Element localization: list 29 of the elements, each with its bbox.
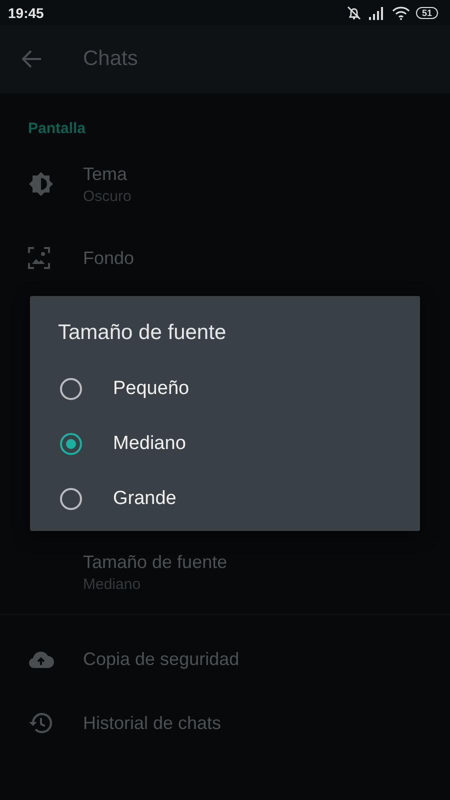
option-label: Pequeño — [113, 378, 190, 400]
settings-item[interactable]: Historial de chats — [0, 691, 450, 755]
radio-button[interactable] — [60, 488, 82, 510]
radio-button[interactable] — [60, 378, 82, 400]
radio-button[interactable] — [60, 432, 82, 454]
option-label: Mediano — [113, 432, 186, 454]
history-icon — [28, 712, 52, 734]
item-title: Tamaño de fuente — [83, 552, 228, 572]
wifi-icon — [392, 6, 410, 20]
item-title: Historial de chats — [83, 712, 222, 734]
alarm-off-icon — [346, 4, 362, 20]
cloud-upload-icon — [28, 649, 54, 669]
radio-option[interactable]: Pequeño — [30, 361, 420, 416]
item-title: Copia de seguridad — [83, 648, 240, 670]
settings-item[interactable]: Fondo — [0, 226, 450, 290]
radio-option[interactable]: Grande — [30, 471, 420, 526]
section-header: Pantalla — [27, 119, 87, 139]
brightness-icon — [28, 171, 54, 197]
item-title: Fondo — [83, 248, 134, 268]
dialog-title: Tamaño de fuente — [57, 320, 228, 346]
option-label: Grande — [113, 488, 176, 510]
screen-title: Chats — [83, 47, 138, 71]
battery-level: 51 — [416, 6, 438, 18]
wallpaper-icon — [28, 247, 50, 269]
item-title: Tema — [83, 164, 128, 184]
radio-option[interactable]: Mediano — [30, 416, 420, 471]
signal-icon — [368, 6, 386, 20]
status-time: 19:45 — [8, 4, 44, 20]
settings-item[interactable]: Copia de seguridad — [0, 627, 450, 691]
